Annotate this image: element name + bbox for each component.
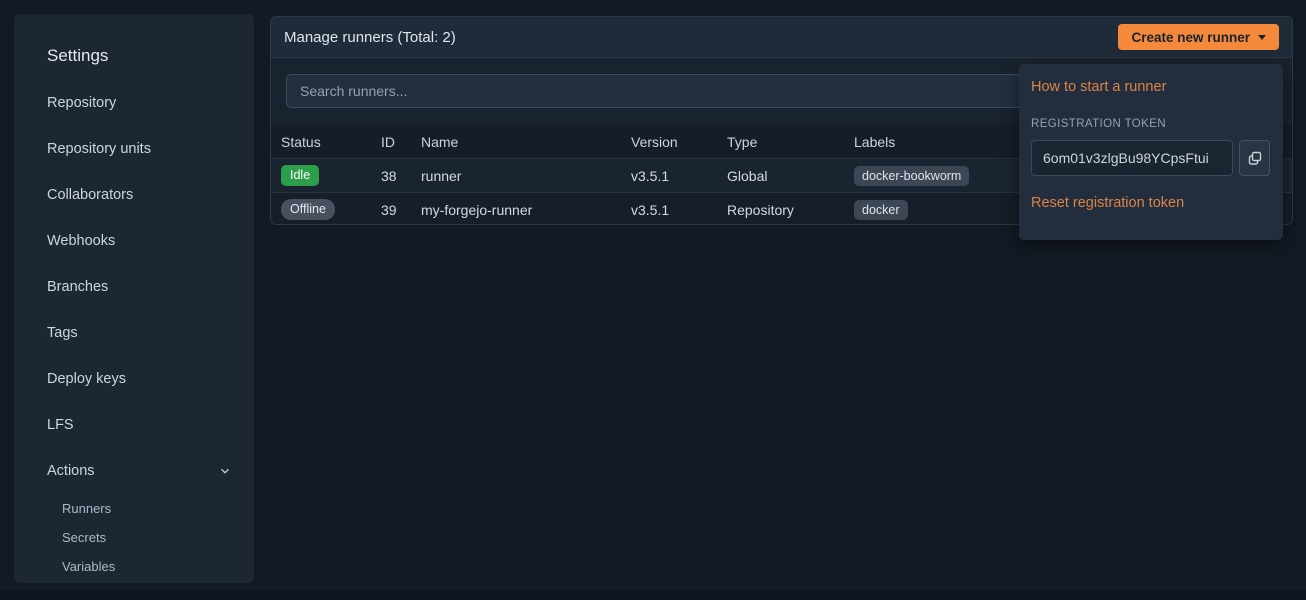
sidebar-item-repository-units[interactable]: Repository units — [14, 126, 254, 172]
registration-token-label: REGISTRATION TOKEN — [1031, 118, 1271, 130]
id-cell: 38 — [381, 168, 421, 184]
status-badge: Offline — [281, 199, 335, 220]
sidebar-item-lfs[interactable]: LFS — [14, 402, 254, 448]
sidebar-subitem-runners[interactable]: Runners — [14, 494, 254, 523]
column-header-id: ID — [381, 134, 421, 150]
sidebar-list: Repository Repository units Collaborator… — [14, 80, 254, 581]
sidebar-item-webhooks[interactable]: Webhooks — [14, 218, 254, 264]
version-cell: v3.5.1 — [631, 202, 727, 218]
copy-token-button[interactable] — [1239, 140, 1270, 176]
how-to-start-runner-link[interactable]: How to start a runner — [1031, 79, 1166, 95]
copy-icon — [1247, 150, 1263, 166]
sidebar-item-collaborators[interactable]: Collaborators — [14, 172, 254, 218]
reset-registration-token-link[interactable]: Reset registration token — [1031, 195, 1184, 211]
column-header-status: Status — [271, 134, 381, 150]
version-cell: v3.5.1 — [631, 168, 727, 184]
column-header-name: Name — [421, 134, 631, 150]
runner-label-badge: docker — [854, 200, 908, 220]
sidebar-item-deploy-keys[interactable]: Deploy keys — [14, 356, 254, 402]
create-runner-dropdown-panel: How to start a runner REGISTRATION TOKEN… — [1019, 64, 1283, 240]
status-cell: Offline — [271, 199, 381, 220]
sidebar-item-branches[interactable]: Branches — [14, 264, 254, 310]
sidebar-item-tags[interactable]: Tags — [14, 310, 254, 356]
page-title: Manage runners (Total: 2) — [284, 29, 456, 46]
create-new-runner-button[interactable]: Create new runner — [1118, 24, 1279, 50]
caret-down-icon — [1258, 35, 1266, 40]
settings-sidebar: Settings Repository Repository units Col… — [14, 14, 254, 583]
id-cell: 39 — [381, 202, 421, 218]
runner-label-badge: docker-bookworm — [854, 166, 969, 186]
sidebar-item-actions-label: Actions — [47, 463, 95, 479]
status-cell: Idle — [271, 165, 381, 186]
column-header-type: Type — [727, 134, 854, 150]
sidebar-subitem-variables[interactable]: Variables — [14, 552, 254, 581]
page-bottom-edge — [0, 590, 1306, 600]
registration-token-input[interactable] — [1031, 140, 1233, 176]
name-cell: my-forgejo-runner — [421, 202, 631, 218]
sidebar-subitem-secrets[interactable]: Secrets — [14, 523, 254, 552]
name-cell: runner — [421, 168, 631, 184]
sidebar-title: Settings — [14, 42, 254, 70]
chevron-down-icon — [218, 464, 232, 478]
column-header-version: Version — [631, 134, 727, 150]
type-cell: Repository — [727, 202, 854, 218]
token-row — [1031, 140, 1271, 176]
create-new-runner-label: Create new runner — [1131, 30, 1250, 45]
type-cell: Global — [727, 168, 854, 184]
sidebar-item-actions[interactable]: Actions — [14, 448, 254, 494]
content-header: Manage runners (Total: 2) Create new run… — [271, 17, 1292, 58]
sidebar-item-repository[interactable]: Repository — [14, 80, 254, 126]
status-badge: Idle — [281, 165, 319, 186]
